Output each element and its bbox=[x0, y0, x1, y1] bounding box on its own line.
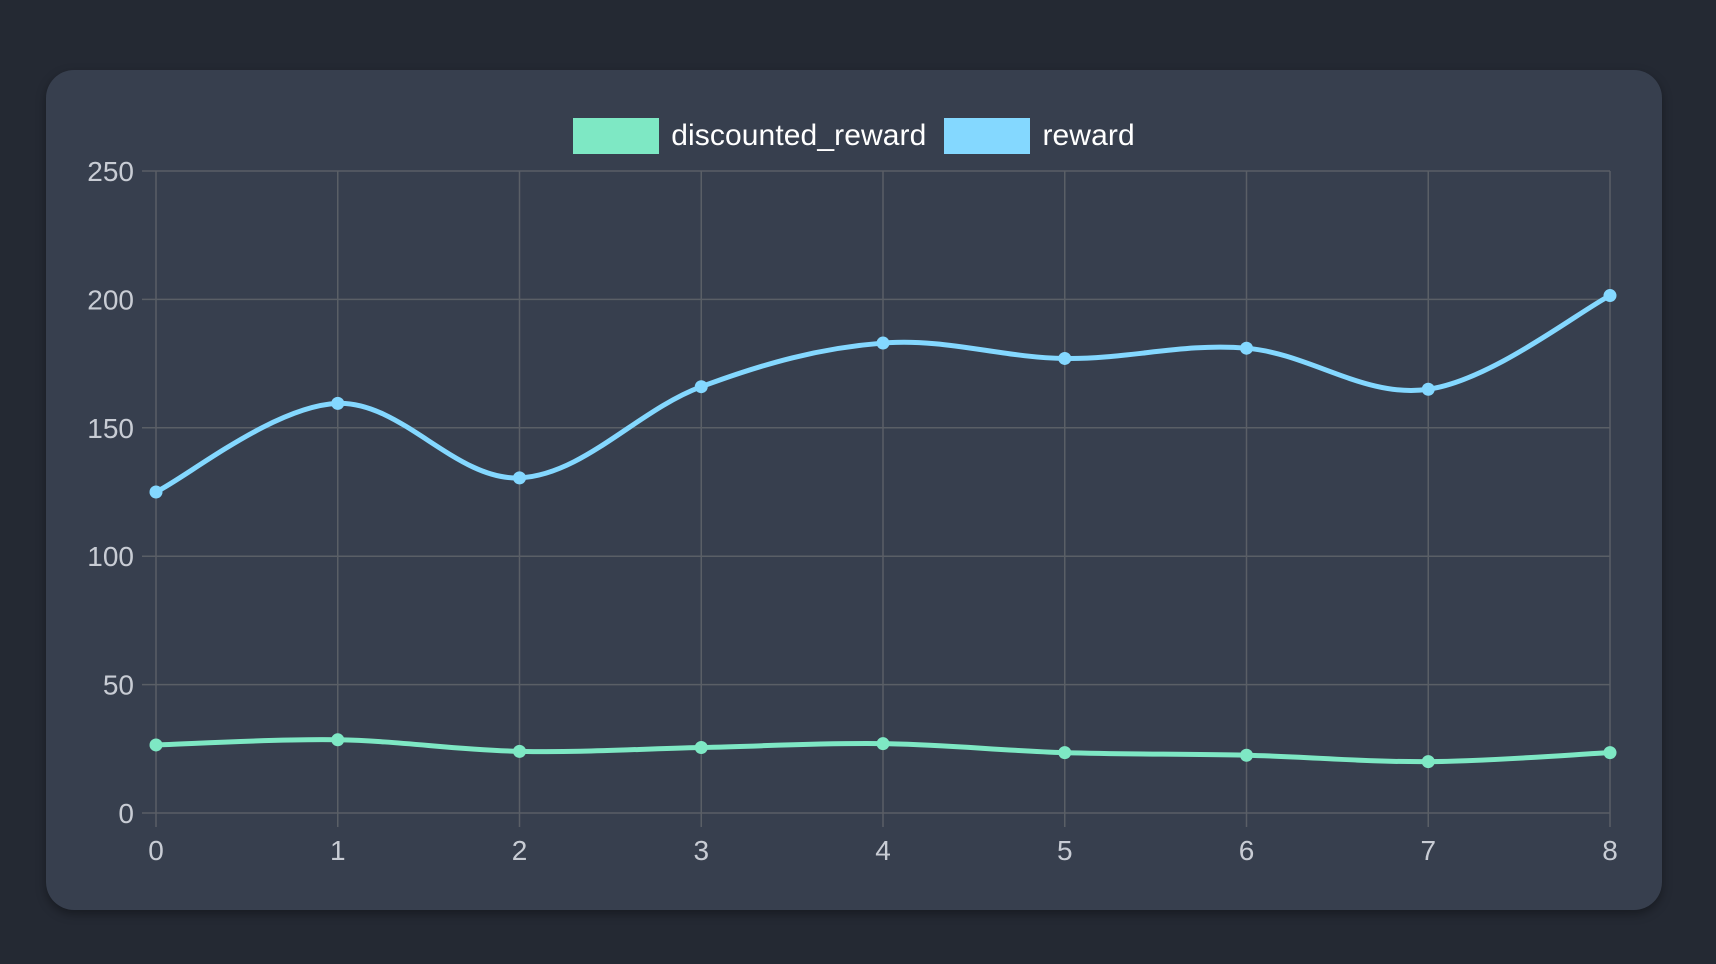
y-tick-label-150: 150 bbox=[87, 413, 134, 444]
data-point-reward-6 bbox=[1240, 341, 1253, 355]
data-point-reward-4 bbox=[876, 336, 890, 350]
y-tick-label-50: 50 bbox=[103, 670, 134, 701]
data-point-discounted-reward-4 bbox=[876, 737, 890, 751]
x-tick-label-1: 1 bbox=[330, 835, 346, 866]
y-tick-label-100: 100 bbox=[87, 541, 134, 572]
data-point-reward-2 bbox=[513, 471, 526, 485]
x-tick-label-3: 3 bbox=[693, 835, 709, 866]
data-point-reward-0 bbox=[149, 485, 163, 499]
data-point-discounted-reward-3 bbox=[694, 741, 708, 755]
data-point-reward-5 bbox=[1058, 351, 1072, 365]
x-tick-label-6: 6 bbox=[1239, 835, 1255, 866]
data-point-discounted-reward-1 bbox=[331, 733, 345, 747]
y-tick-label-200: 200 bbox=[87, 284, 134, 315]
x-tick-label-2: 2 bbox=[512, 835, 528, 866]
data-point-discounted-reward-2 bbox=[513, 744, 526, 758]
data-point-discounted-reward-7 bbox=[1421, 755, 1435, 769]
chart-card: discounted_reward reward 0 50 100 150 200 250… bbox=[46, 70, 1662, 910]
data-point-reward-3 bbox=[694, 380, 708, 394]
x-tick-label-0: 0 bbox=[148, 835, 164, 866]
y-tick-label-250: 250 bbox=[87, 156, 134, 187]
data-point-discounted-reward-6 bbox=[1240, 748, 1253, 762]
data-point-discounted-reward-5 bbox=[1058, 746, 1072, 760]
data-point-reward-7 bbox=[1421, 382, 1435, 396]
y-tick-label-0: 0 bbox=[118, 798, 134, 829]
data-point-discounted-reward-0 bbox=[149, 738, 163, 752]
x-tick-label-5: 5 bbox=[1057, 835, 1073, 866]
x-tick-label-4: 4 bbox=[875, 835, 891, 866]
data-point-reward-8 bbox=[1603, 289, 1617, 303]
data-point-discounted-reward-8 bbox=[1603, 746, 1617, 760]
x-tick-label-8: 8 bbox=[1602, 835, 1618, 866]
data-point-reward-1 bbox=[331, 396, 345, 410]
line-chart: 0 50 100 150 200 250 0 1 2 3 4 5 6 7 8 bbox=[87, 156, 1618, 866]
x-tick-label-7: 7 bbox=[1420, 835, 1436, 866]
